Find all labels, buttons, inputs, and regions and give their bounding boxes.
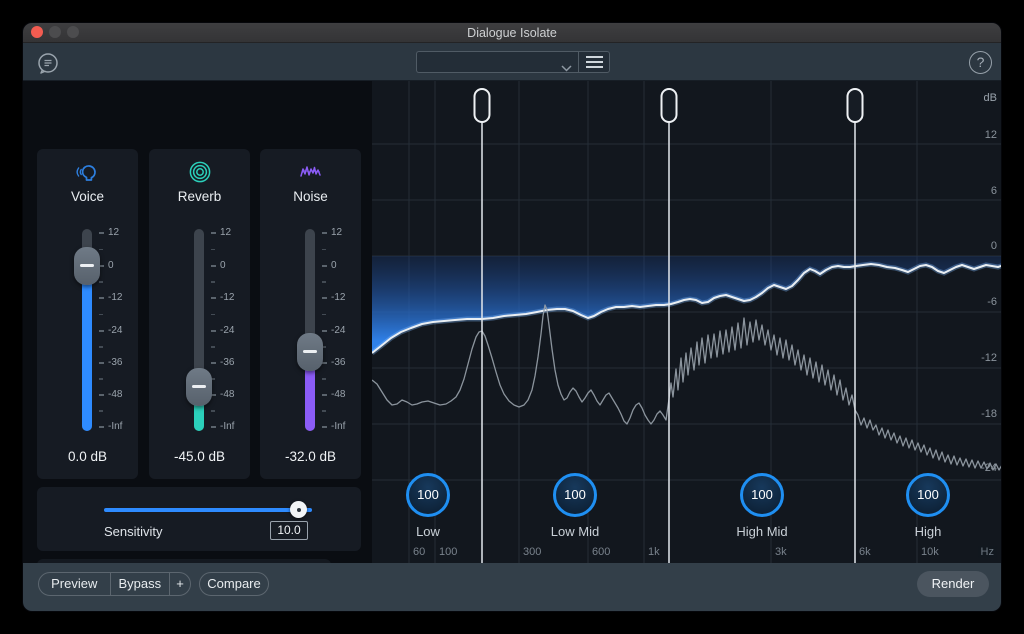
desktop: Dialogue Isolate ? — [0, 0, 1024, 634]
preset-dropdown[interactable] — [416, 51, 578, 73]
fader-tick-label: 0 — [108, 260, 136, 271]
help-icon[interactable]: ? — [969, 51, 992, 74]
fader-tick-label: -24 — [331, 325, 359, 336]
freq-axis-label: 100 — [439, 546, 457, 558]
crossover-handle[interactable] — [662, 89, 677, 122]
voice-icon — [37, 159, 138, 185]
render-button[interactable]: Render — [917, 571, 989, 597]
plugin-toolbar: ? — [23, 43, 1001, 81]
crossover-handle[interactable] — [848, 89, 863, 122]
freq-axis-label: 6k — [859, 546, 871, 558]
fader-tick-label: -Inf — [331, 421, 359, 432]
freq-axis-label: 1k — [648, 546, 660, 558]
band-knob-low[interactable]: 100 — [406, 473, 450, 517]
fader-tick-label: 12 — [331, 227, 359, 238]
fader-tick-label: -36 — [108, 357, 136, 368]
fader-tick-label: -36 — [331, 357, 359, 368]
band-knob-high-mid[interactable]: 100 — [740, 473, 784, 517]
band-label: Low Mid — [530, 524, 620, 539]
freq-axis-label: 600 — [592, 546, 610, 558]
db-axis-label: -6 — [987, 296, 997, 308]
db-axis-label: -24 — [981, 462, 997, 474]
fader-tick-label: 0 — [220, 260, 248, 271]
fader-handle-voice[interactable] — [74, 247, 100, 285]
fader-tick-label: -36 — [220, 357, 248, 368]
window-title: Dialogue Isolate — [23, 23, 1001, 43]
fader-tick-label: 12 — [220, 227, 248, 238]
db-axis-unit: dB — [984, 92, 997, 104]
fader-tick-label: -12 — [108, 292, 136, 303]
fader-tick-label: -12 — [331, 292, 359, 303]
sensitivity-slider[interactable] — [104, 508, 312, 512]
sensitivity-label: Sensitivity — [104, 524, 163, 539]
fader-tick-label: -Inf — [108, 421, 136, 432]
compare-button[interactable]: Compare — [199, 572, 269, 596]
fader-card-reverb: Reverb -45.0 dB 12 0 -12 -24 -36 -48 -Inf — [149, 149, 250, 479]
preview-button-group: Preview Bypass + — [38, 572, 191, 596]
freq-axis-label: 3k — [775, 546, 787, 558]
db-axis-label: 6 — [991, 185, 997, 197]
fader-handle-reverb[interactable] — [186, 368, 212, 406]
fader-value-voice: 0.0 dB — [37, 449, 138, 464]
title-bar: Dialogue Isolate — [23, 23, 1001, 43]
fader-tick-label: -12 — [220, 292, 248, 303]
fader-label-voice: Voice — [37, 189, 138, 204]
fader-tick-label: -48 — [220, 389, 248, 400]
preview-button[interactable]: Preview — [39, 573, 110, 595]
db-axis-label: 12 — [985, 129, 997, 141]
fader-tick-label: 0 — [331, 260, 359, 271]
fader-tick-label: -24 — [220, 325, 248, 336]
plugin-window: Dialogue Isolate ? — [22, 22, 1002, 612]
spectrum-display: dB 1260-6-12-18-24 601003006001k3k6k10k … — [372, 81, 1002, 563]
band-label: High — [883, 524, 973, 539]
fader-card-noise: Noise -32.0 dB 12 0 -12 -24 -36 -48 -Inf — [260, 149, 361, 479]
band-knob-low-mid[interactable]: 100 — [553, 473, 597, 517]
sensitivity-slider-handle[interactable] — [290, 501, 307, 518]
fader-tick-label: -48 — [331, 389, 359, 400]
fader-tick-label: 12 — [108, 227, 136, 238]
db-axis-label: -12 — [981, 352, 997, 364]
sensitivity-card: Sensitivity 10.0 — [37, 487, 361, 551]
freq-axis-label: 60 — [413, 546, 425, 558]
fader-tick-label: -24 — [108, 325, 136, 336]
hamburger-icon — [586, 56, 603, 58]
fader-handle-noise[interactable] — [297, 333, 323, 371]
feedback-comment-icon[interactable] — [35, 51, 61, 77]
band-knob-high[interactable]: 100 — [906, 473, 950, 517]
freq-axis-label: 300 — [523, 546, 541, 558]
band-label: High Mid — [717, 524, 807, 539]
db-axis-label: 0 — [991, 240, 997, 252]
fader-card-voice: Voice 0.0 dB 12 0 -12 -24 -36 -48 -Inf — [37, 149, 138, 479]
band-label: Low — [383, 524, 473, 539]
preset-menu-button[interactable] — [578, 51, 610, 73]
fader-tick-label: -48 — [108, 389, 136, 400]
freq-axis-unit: Hz — [978, 546, 997, 558]
fader-value-noise: -32.0 dB — [260, 449, 361, 464]
main-content: Voice 0.0 dB 12 0 -12 -24 -36 -48 -Inf Reverb … — [23, 81, 1002, 563]
freq-axis-label: 10k — [921, 546, 939, 558]
db-axis-label: -18 — [981, 408, 997, 420]
noise-icon — [260, 159, 361, 185]
sensitivity-value-field[interactable]: 10.0 — [270, 521, 308, 540]
fader-value-reverb: -45.0 dB — [149, 449, 250, 464]
crossover-handle[interactable] — [475, 89, 490, 122]
reverb-icon — [149, 159, 250, 185]
transport-bar: Preview Bypass + Compare Render — [23, 563, 1002, 612]
bypass-button[interactable]: Bypass — [110, 573, 170, 595]
fader-label-reverb: Reverb — [149, 189, 250, 204]
add-button[interactable]: + — [169, 573, 190, 595]
fader-tick-label: -Inf — [220, 421, 248, 432]
fader-label-noise: Noise — [260, 189, 361, 204]
chevron-down-icon — [561, 59, 572, 77]
